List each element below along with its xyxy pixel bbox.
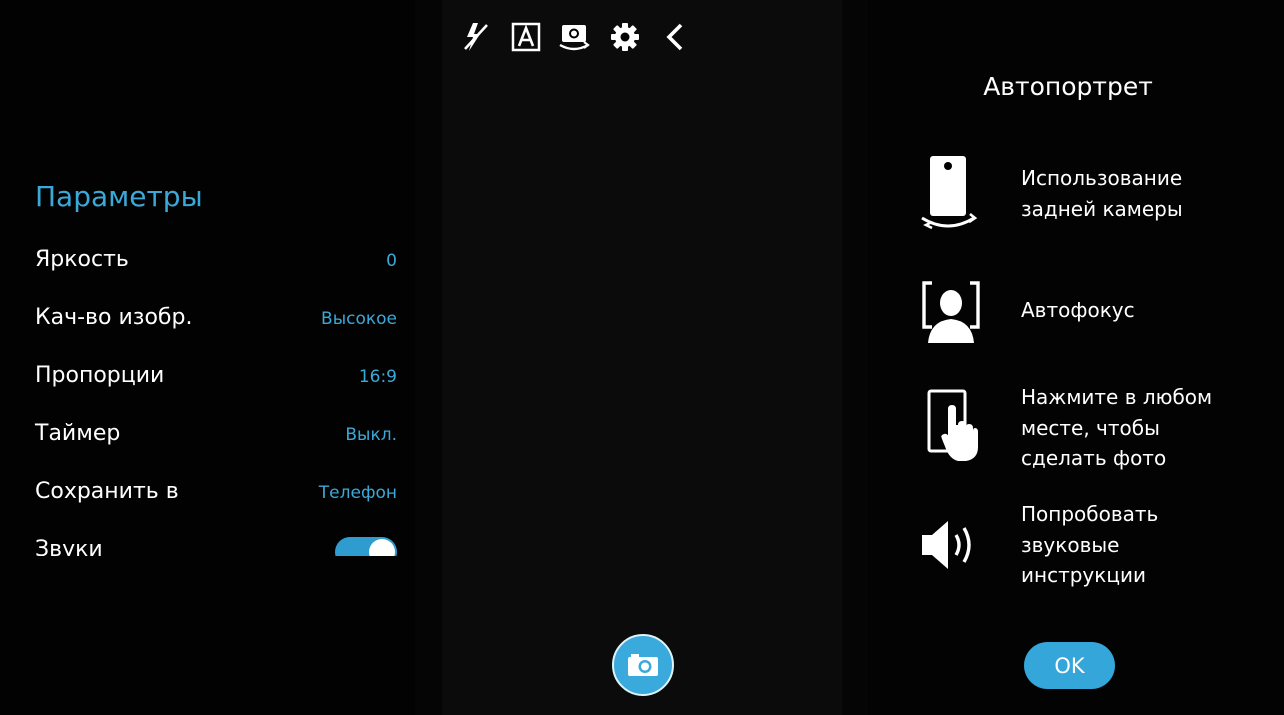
setting-label: Звуки [35,537,103,556]
setting-label: Кач-во изобр. [35,305,193,330]
tip-text: Автофокус [1021,298,1135,322]
toggle-knob [369,539,395,556]
tip-text: Нажмите в любом месте, чтобы сделать фот… [1021,385,1213,470]
rear-camera-icon [918,152,984,232]
setting-label: Сохранить в [35,479,179,504]
face-focus-icon [918,272,984,352]
auto-mode-icon[interactable] [509,20,543,54]
gear-icon[interactable] [608,20,642,54]
camera-icon [628,654,658,676]
viewfinder-preview[interactable] [442,0,842,715]
setting-sounds[interactable]: Звуки [0,523,415,556]
setting-value: Высокое [321,309,397,329]
selfie-tips-panel: Автопортрет Использование задней камеры … [868,0,1284,715]
setting-label: Таймер [35,421,121,446]
flash-off-icon[interactable] [459,20,493,54]
setting-save-location[interactable]: Сохранить в Телефон [0,465,415,523]
tap-screen-icon [918,385,984,465]
ok-button[interactable]: OK [1024,642,1115,689]
switch-camera-icon[interactable] [557,20,591,54]
setting-value: 0 [386,251,397,271]
setting-value: 16:9 [358,367,397,387]
setting-brightness[interactable]: Яркость 0 [0,233,415,291]
setting-timer[interactable]: Таймер Выкл. [0,407,415,465]
setting-value: Выкл. [345,425,397,445]
selfie-title: Автопортрет [983,72,1153,101]
setting-image-quality[interactable]: Кач-во изобр. Высокое [0,291,415,349]
setting-value: Телефон [318,483,397,503]
speaker-icon [918,505,984,585]
setting-label: Яркость [35,247,129,272]
settings-title: Параметры [35,180,203,213]
settings-panel: Параметры Яркость 0 Кач-во изобр. Высоко… [0,0,415,715]
tip-text: Использование задней камеры [1021,166,1183,221]
setting-label: Пропорции [35,363,165,388]
tip-text: Попробовать звуковые инструкции [1021,502,1159,587]
back-chevron-icon[interactable] [658,20,692,54]
sounds-toggle[interactable] [335,537,397,556]
shutter-button[interactable] [612,634,674,696]
setting-aspect-ratio[interactable]: Пропорции 16:9 [0,349,415,407]
settings-list[interactable]: Яркость 0 Кач-во изобр. Высокое Пропорци… [0,233,415,556]
